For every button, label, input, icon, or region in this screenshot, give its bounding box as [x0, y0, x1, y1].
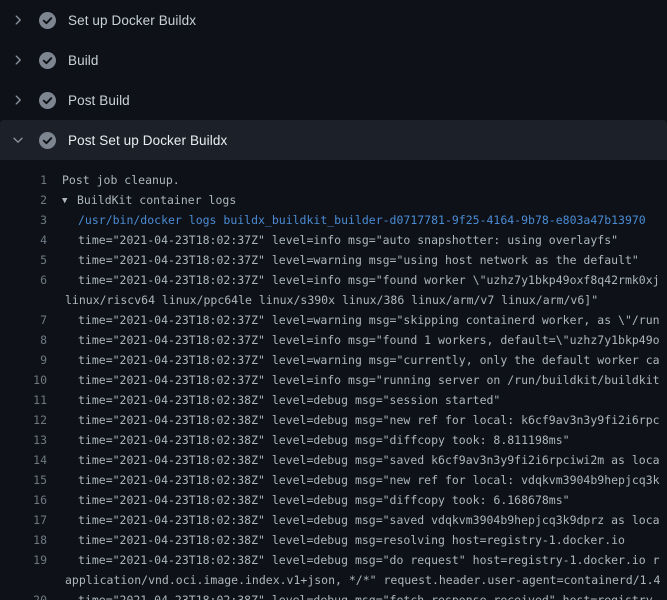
log-line-number[interactable]: 5 — [0, 250, 47, 270]
log-line: 19 time="2021-04-23T18:02:38Z" level=debu… — [0, 550, 667, 570]
step-build[interactable]: Build — [0, 40, 667, 80]
log-line-number[interactable]: 17 — [0, 510, 47, 530]
log-line-number[interactable]: 18 — [0, 530, 47, 550]
log-line-number[interactable]: 6 — [0, 270, 47, 290]
log-group-toggle[interactable]: ▼BuildKit container logs — [62, 190, 236, 210]
log-line-text: time="2021-04-23T18:02:38Z" level=debug … — [78, 550, 660, 570]
log-line: 15 time="2021-04-23T18:02:38Z" level=debu… — [0, 470, 667, 490]
log-line-text: time="2021-04-23T18:02:37Z" level=warnin… — [78, 350, 660, 370]
log-line-text: time="2021-04-23T18:02:37Z" level=info m… — [78, 270, 660, 290]
log-line: application/vnd.oci.image.index.v1+json,… — [0, 570, 667, 590]
log-line-number — [0, 570, 47, 590]
log-line: 10 time="2021-04-23T18:02:37Z" level=info… — [0, 370, 667, 390]
log-line: 4 time="2021-04-23T18:02:37Z" level=info … — [0, 230, 667, 250]
step-set-up-docker-buildx[interactable]: Set up Docker Buildx — [0, 0, 667, 40]
step-label: Post Set up Docker Buildx — [68, 133, 227, 148]
log-line-text: time="2021-04-23T18:02:38Z" level=debug … — [78, 510, 660, 530]
log-line-text: time="2021-04-23T18:02:38Z" level=debug … — [78, 430, 570, 450]
log-line-number[interactable]: 4 — [0, 230, 47, 250]
step-label: Post Build — [68, 93, 130, 108]
log-line: 1 Post job cleanup. — [0, 170, 667, 190]
check-circle-icon — [39, 132, 56, 149]
log-line-text: time="2021-04-23T18:02:37Z" level=warnin… — [78, 310, 660, 330]
log-line-number[interactable]: 11 — [0, 390, 47, 410]
log-line-number[interactable]: 10 — [0, 370, 47, 390]
chevron-down-icon — [11, 133, 25, 147]
log-line-number[interactable]: 7 — [0, 310, 47, 330]
log-line-number[interactable]: 9 — [0, 350, 47, 370]
chevron-right-icon — [11, 53, 25, 67]
log-group-line: 2 ▼BuildKit container logs — [0, 190, 667, 210]
log-line-text: time="2021-04-23T18:02:38Z" level=debug … — [78, 450, 660, 470]
log-line: 11 time="2021-04-23T18:02:38Z" level=debu… — [0, 390, 667, 410]
log-output: 1 Post job cleanup. 2 ▼BuildKit container l… — [0, 160, 667, 600]
log-line-number[interactable]: 16 — [0, 490, 47, 510]
log-line: linux/riscv64 linux/ppc64le linux/s390x … — [0, 290, 667, 310]
log-line: 20 time="2021-04-23T18:02:38Z" level=debu… — [0, 590, 667, 600]
step-label: Build — [68, 53, 99, 68]
log-line-text: time="2021-04-23T18:02:38Z" level=debug … — [78, 390, 500, 410]
log-line-text: time="2021-04-23T18:02:38Z" level=debug … — [78, 410, 660, 430]
check-circle-icon — [39, 92, 56, 109]
step-post-build[interactable]: Post Build — [0, 80, 667, 120]
log-line: 3/usr/bin/docker logs buildx_buildkit_bu… — [0, 210, 667, 230]
log-line: 7 time="2021-04-23T18:02:37Z" level=warni… — [0, 310, 667, 330]
step-post-set-up-docker-buildx[interactable]: Post Set up Docker Buildx — [0, 120, 667, 160]
log-line-text: application/vnd.oci.image.index.v1+json,… — [65, 570, 660, 590]
log-line: 17 time="2021-04-23T18:02:38Z" level=debu… — [0, 510, 667, 530]
log-line-text: time="2021-04-23T18:02:38Z" level=debug … — [78, 590, 660, 600]
log-line-number[interactable]: 14 — [0, 450, 47, 470]
log-line-text: linux/riscv64 linux/ppc64le linux/s390x … — [65, 290, 598, 310]
check-circle-icon — [39, 12, 56, 29]
log-line: 14 time="2021-04-23T18:02:38Z" level=debu… — [0, 450, 667, 470]
log-line-text: time="2021-04-23T18:02:38Z" level=debug … — [78, 470, 660, 490]
log-group-label: BuildKit container logs — [77, 193, 236, 207]
log-line-number[interactable]: 15 — [0, 470, 47, 490]
log-line: 12 time="2021-04-23T18:02:38Z" level=debu… — [0, 410, 667, 430]
log-line-text: time="2021-04-23T18:02:38Z" level=debug … — [78, 490, 570, 510]
log-line: 6 time="2021-04-23T18:02:37Z" level=info … — [0, 270, 667, 290]
log-line: 9 time="2021-04-23T18:02:37Z" level=warni… — [0, 350, 667, 370]
log-line-text: time="2021-04-23T18:02:38Z" level=debug … — [78, 530, 625, 550]
log-line: 8 time="2021-04-23T18:02:37Z" level=info … — [0, 330, 667, 350]
log-line-text: time="2021-04-23T18:02:37Z" level=info m… — [78, 330, 660, 350]
log-line: 18 time="2021-04-23T18:02:38Z" level=debu… — [0, 530, 667, 550]
log-line-number[interactable]: 1 — [0, 170, 47, 190]
log-command-text: /usr/bin/docker logs buildx_buildkit_bui… — [78, 210, 646, 230]
log-line-number[interactable]: 19 — [0, 550, 47, 570]
log-line: 5 time="2021-04-23T18:02:37Z" level=warni… — [0, 250, 667, 270]
workflow-log-viewer: Set up Docker Buildx Build Post Build — [0, 0, 667, 600]
group-expanded-triangle-icon: ▼ — [62, 191, 77, 211]
log-line-number[interactable]: 3 — [0, 210, 47, 230]
log-line-number[interactable]: 20 — [0, 590, 47, 600]
chevron-right-icon — [11, 93, 25, 107]
check-circle-icon — [39, 52, 56, 69]
log-line-text: time="2021-04-23T18:02:37Z" level=info m… — [78, 230, 618, 250]
step-list: Set up Docker Buildx Build Post Build — [0, 0, 667, 160]
log-line: 16 time="2021-04-23T18:02:38Z" level=debu… — [0, 490, 667, 510]
log-line: 13 time="2021-04-23T18:02:38Z" level=debu… — [0, 430, 667, 450]
log-line-number[interactable]: 13 — [0, 430, 47, 450]
chevron-right-icon — [11, 13, 25, 27]
log-line-number — [0, 290, 47, 310]
log-line-number[interactable]: 8 — [0, 330, 47, 350]
log-line-number[interactable]: 12 — [0, 410, 47, 430]
log-line-number[interactable]: 2 — [0, 190, 47, 210]
step-label: Set up Docker Buildx — [68, 13, 196, 28]
log-line-text: time="2021-04-23T18:02:37Z" level=warnin… — [78, 250, 639, 270]
log-line-text: time="2021-04-23T18:02:37Z" level=info m… — [78, 370, 660, 390]
log-line-text: Post job cleanup. — [62, 170, 180, 190]
